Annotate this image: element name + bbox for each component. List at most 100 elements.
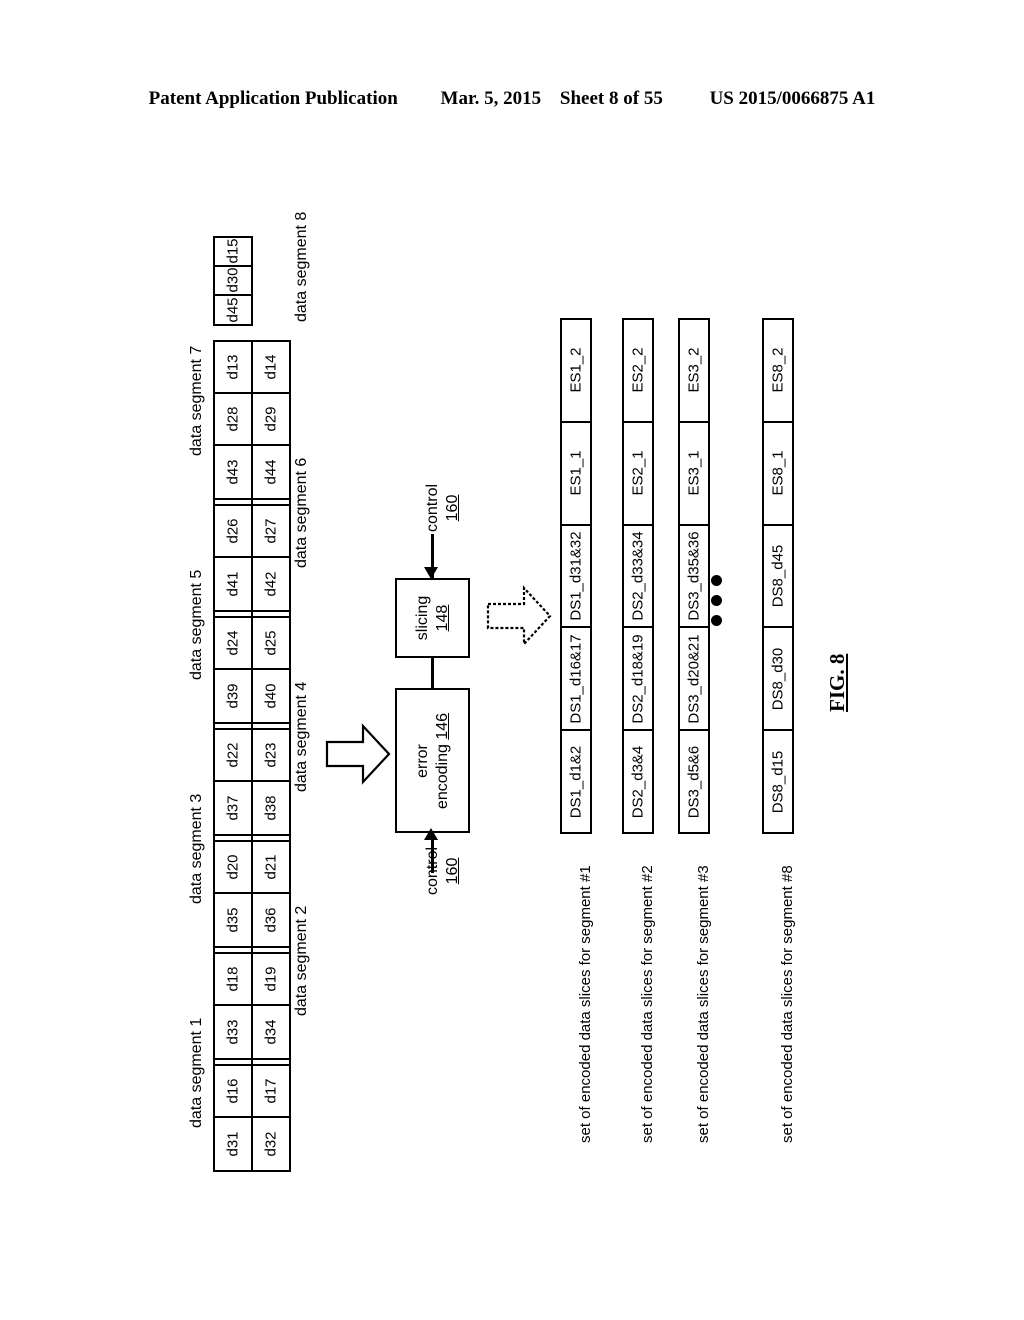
- figure-8-diagram: d2 d17 d32 d1 d16 d31 data segment 1 d4 …: [0, 0, 1024, 1320]
- slice-cell: DS8_d30: [764, 626, 792, 729]
- slice-cell: DS1_d1&2: [562, 729, 590, 832]
- segment-cell: d36: [253, 894, 289, 946]
- slice-cell-text: DS8_d15: [769, 750, 787, 813]
- segment-cell-text: d28: [224, 406, 242, 432]
- data-segment-label-6: data segment 6: [293, 457, 310, 568]
- error-encoding-line1: error: [413, 743, 431, 778]
- slice-cell: DS1_d31&32: [562, 523, 590, 627]
- ellipsis-dot: [711, 595, 722, 606]
- segment-cell: d22: [215, 730, 251, 782]
- slice-cell-text: ES3_1: [685, 450, 703, 496]
- slicing-label: slicing 148: [413, 596, 453, 640]
- slice-cell: ES1_2: [562, 320, 590, 421]
- slice-cell-text: DS3_d20&21: [685, 634, 703, 724]
- segment-cell: d23: [253, 730, 289, 782]
- segment-cell-text: d20: [224, 854, 242, 880]
- segment-cell: d13: [215, 342, 251, 394]
- slice-cell-text: DS1_d31&32: [567, 531, 585, 621]
- segment-cell: d18: [215, 954, 251, 1006]
- slice-cell-text: ES2_2: [629, 347, 647, 393]
- slice-cell-text: DS2_d3&4: [629, 745, 647, 818]
- segment-cell: d33: [215, 1006, 251, 1058]
- slicing-ref: 148: [433, 604, 451, 632]
- error-encoding-line2: encoding: [433, 743, 451, 809]
- segment-cell: d41: [215, 558, 251, 610]
- segment-cell-text: d19: [262, 966, 280, 992]
- segment-cell-text: d13: [224, 354, 242, 380]
- slice-cell: DS8_d45: [764, 523, 792, 627]
- figure-label: FIG. 8: [825, 653, 849, 712]
- segment-cell-text: d22: [224, 742, 242, 768]
- slice-cell: DS8_d15: [764, 729, 792, 832]
- segment-cell: d31: [215, 1118, 251, 1170]
- slice-cell-text: DS1_d16&17: [567, 634, 585, 724]
- segment-cell-text: d36: [262, 907, 280, 933]
- slice-cell-text: ES1_2: [567, 347, 585, 393]
- slice-cell-text: ES2_1: [629, 450, 647, 496]
- data-segment-table-8: d15 d30 d45: [213, 236, 253, 326]
- segment-cell: d15: [215, 238, 251, 267]
- data-segment-label-4: data segment 4: [293, 681, 310, 792]
- segment-cell: d28: [215, 394, 251, 446]
- segment-cell-text: d37: [224, 795, 242, 821]
- data-segment-label-5: data segment 5: [188, 569, 205, 680]
- segment-cell: d19: [253, 954, 289, 1006]
- segment-column: d14 d29 d44: [251, 342, 289, 498]
- slice-cell: ES8_1: [764, 420, 792, 524]
- segment-cell-text: d40: [262, 683, 280, 709]
- data-segment-table-7: d14 d29 d44 d13 d28 d43: [213, 340, 291, 500]
- segment-cell: d42: [253, 558, 289, 610]
- segment-cell-text: d14: [262, 354, 280, 380]
- segment-cell-text: d26: [224, 518, 242, 544]
- slice-cell: ES2_2: [624, 320, 652, 421]
- control-upper-arrowhead: [424, 567, 438, 579]
- slice-row-segment-2: DS2_d3&4 DS2_d18&19 DS2_d33&34 ES2_1 ES2…: [622, 318, 654, 834]
- segment-cell-text: d21: [262, 854, 280, 880]
- slice-row-segment-8: DS8_d15 DS8_d30 DS8_d45 ES8_1 ES8_2: [762, 318, 794, 834]
- error-encoding-label: error encoding 146: [413, 712, 453, 808]
- slicing-block: slicing 148: [395, 578, 470, 658]
- control-label-upper: control 160: [423, 484, 463, 532]
- slice-cell: DS3_d35&36: [680, 523, 708, 627]
- slice-cell: ES2_1: [624, 420, 652, 524]
- slice-cell: DS2_d33&34: [624, 523, 652, 627]
- slice-cell-text: DS1_d1&2: [567, 745, 585, 818]
- segment-cell-text: d24: [224, 630, 242, 656]
- segment-cell-text: d17: [262, 1078, 280, 1104]
- slice-cell: ES3_1: [680, 420, 708, 524]
- segment-cell-text: d43: [224, 459, 242, 485]
- segment-cell: d35: [215, 894, 251, 946]
- ellipsis-dot: [711, 575, 722, 586]
- segment-cell: d43: [215, 446, 251, 498]
- segment-cell: d25: [253, 618, 289, 670]
- slice-cell: DS2_d3&4: [624, 729, 652, 832]
- segment-cell: d17: [253, 1066, 289, 1118]
- segment-cell: d14: [253, 342, 289, 394]
- segment-cell: d34: [253, 1006, 289, 1058]
- slice-cell-text: ES3_2: [685, 347, 703, 393]
- segment-cell-text: d44: [262, 459, 280, 485]
- slice-row-segment-3: DS3_d5&6 DS3_d20&21 DS3_d35&36 ES3_1 ES3…: [678, 318, 710, 834]
- segment-cell: d39: [215, 670, 251, 722]
- segment-cell: d21: [253, 842, 289, 894]
- segment-cell-text: d32: [262, 1131, 280, 1157]
- slice-cell: DS3_d20&21: [680, 626, 708, 729]
- control-lower-text: control: [424, 846, 441, 895]
- segment-cell: d30: [215, 267, 251, 296]
- control-lower-ref: 160: [444, 857, 461, 885]
- data-segment-label-8: data segment 8: [293, 211, 310, 322]
- segment-cell-text: d23: [262, 742, 280, 768]
- data-segment-label-7: data segment 7: [188, 345, 205, 456]
- segment-cell-text: d27: [262, 518, 280, 544]
- segment-column: d15 d30 d45: [215, 238, 251, 324]
- segment-cell-text: d31: [224, 1131, 242, 1157]
- slice-cell: DS2_d18&19: [624, 626, 652, 729]
- segment-cell: d24: [215, 618, 251, 670]
- slicing-line1: slicing: [413, 595, 431, 641]
- slice-cell-text: ES8_1: [769, 450, 787, 496]
- segment-cell: d38: [253, 782, 289, 834]
- segment-cell-text: d29: [262, 406, 280, 432]
- control-upper-ref: 160: [444, 494, 461, 522]
- slice-caption-1: set of encoded data slices for segment #…: [577, 865, 594, 1143]
- slice-row-segment-1: DS1_d1&2 DS1_d16&17 DS1_d31&32 ES1_1 ES1…: [560, 318, 592, 834]
